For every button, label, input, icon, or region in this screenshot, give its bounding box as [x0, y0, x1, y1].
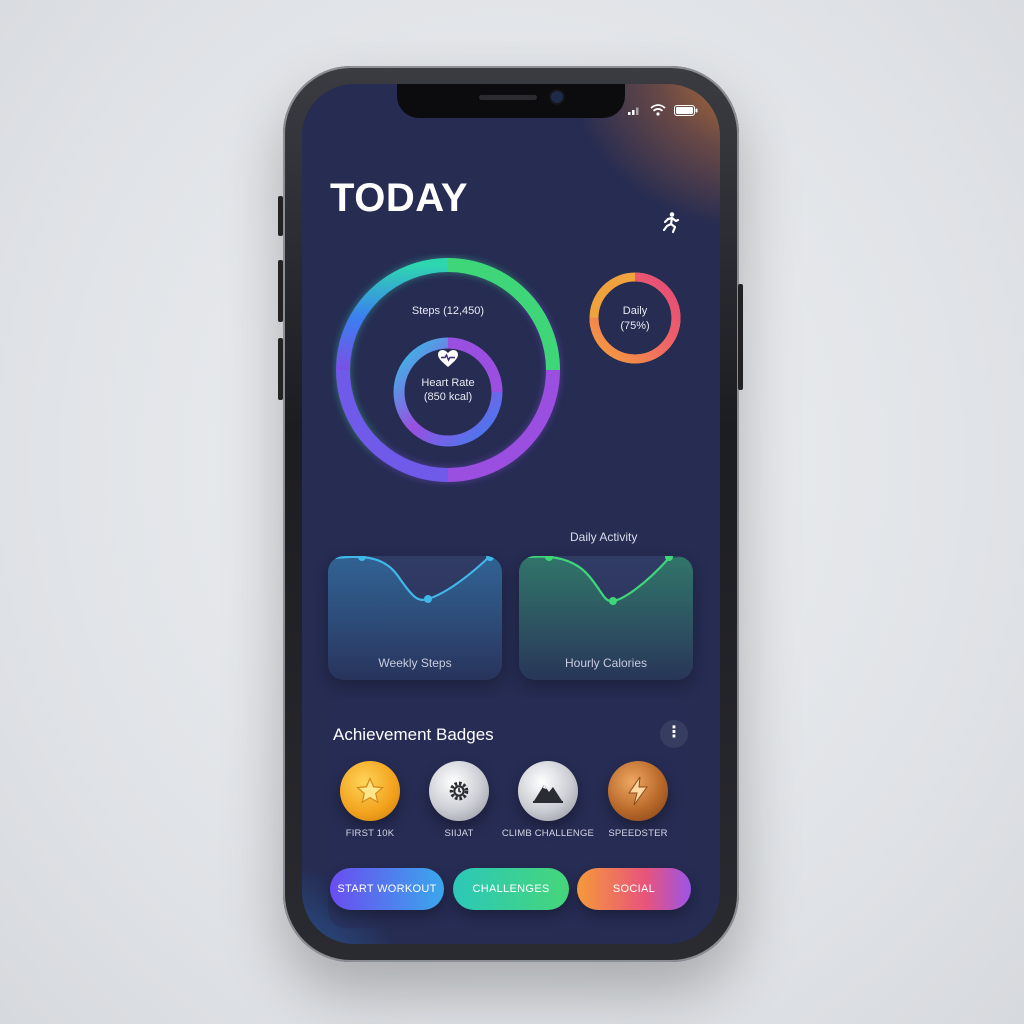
- steps-ring[interactable]: [332, 254, 564, 486]
- daily-label: Daily: [622, 305, 648, 317]
- runner-icon[interactable]: [658, 211, 682, 235]
- heart-rate-value: (850 kcal): [423, 391, 473, 403]
- daily-activity-title: Daily Activity: [570, 530, 638, 544]
- page-title: TODAY: [330, 176, 469, 220]
- power-button: [738, 284, 743, 390]
- heart-pulse-icon: [438, 350, 458, 367]
- challenges-button[interactable]: CHALLENGES: [453, 868, 569, 910]
- volume-up-button: [278, 260, 283, 322]
- daily-ring[interactable]: [587, 270, 683, 366]
- signal-icon: [628, 107, 639, 115]
- wifi-icon: [650, 104, 666, 116]
- badge-climb-challenge[interactable]: [518, 761, 578, 821]
- badge-first-10k[interactable]: [340, 761, 400, 821]
- badge-speedster-label: SPEEDSTER: [608, 828, 668, 839]
- badge-siijat-label: SIIJAT: [444, 828, 474, 839]
- social-button[interactable]: SOCIAL: [577, 868, 691, 910]
- chart-point: [609, 597, 617, 605]
- daily-percent: (75%): [620, 320, 650, 332]
- weekly-steps-label: Weekly Steps: [378, 656, 452, 670]
- mountain-icon: [533, 785, 563, 803]
- badges-title: Achievement Badges: [333, 725, 494, 744]
- battery-icon: [674, 104, 698, 116]
- chart-point: [424, 595, 432, 603]
- hourly-calories-label: Hourly Calories: [564, 656, 648, 670]
- notch: [397, 84, 625, 118]
- app-screen: TODAY Steps (12,450) Heart Rate (850 kca…: [302, 84, 720, 944]
- lightning-icon: [628, 776, 648, 806]
- volume-down-button: [278, 338, 283, 400]
- badge-climb-challenge-label: CLIMB CHALLENGE: [501, 828, 595, 839]
- badge-siijat[interactable]: [429, 761, 489, 821]
- mute-switch: [278, 196, 283, 236]
- status-bar: [628, 104, 698, 116]
- weekly-steps-card[interactable]: Weekly Steps: [328, 556, 502, 680]
- heart-rate-label: Heart Rate: [421, 377, 475, 389]
- speaker: [479, 95, 537, 100]
- badge-first-10k-label: FIRST 10K: [345, 828, 395, 839]
- gear-icon: [449, 781, 469, 801]
- badge-speedster[interactable]: [608, 761, 668, 821]
- camera: [551, 91, 563, 103]
- start-workout-button[interactable]: START WORKOUT: [330, 868, 444, 910]
- steps-label: Steps (12,450): [411, 305, 485, 317]
- star-icon: [355, 776, 385, 804]
- hourly-calories-card[interactable]: Hourly Calories: [519, 556, 693, 680]
- more-options-button[interactable]: ⋮: [660, 720, 688, 748]
